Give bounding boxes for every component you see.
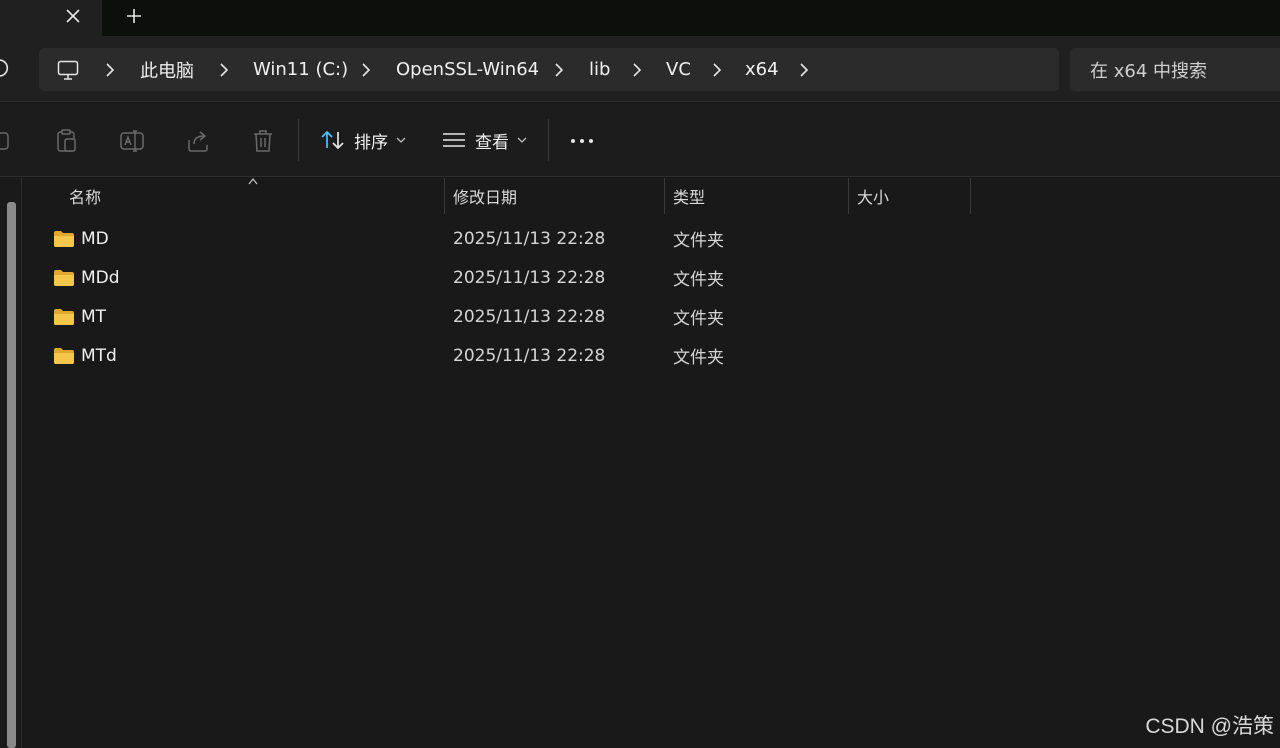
file-date: 2025/11/13 22:28 <box>453 345 606 366</box>
chevron-down-icon <box>396 137 406 143</box>
new-tab-button[interactable] <box>122 4 146 28</box>
chevron-right-icon[interactable] <box>552 62 566 78</box>
close-tab-button[interactable] <box>62 4 84 28</box>
navigation-scrollbar[interactable] <box>7 202 16 748</box>
chevron-right-icon[interactable] <box>359 62 373 78</box>
chevron-right-icon[interactable] <box>630 62 644 78</box>
column-divider[interactable] <box>970 178 971 214</box>
breadcrumb-vc[interactable]: VC <box>666 48 691 91</box>
refresh-icon[interactable] <box>0 58 10 78</box>
file-date: 2025/11/13 22:28 <box>453 267 606 288</box>
address-bar[interactable]: 此电脑 Win11 (C:) OpenSSL-Win64 lib VC x64 <box>39 48 1059 91</box>
chevron-down-icon <box>517 137 527 143</box>
tab-strip <box>0 0 1280 36</box>
column-header-type[interactable]: 类型 <box>665 178 848 214</box>
command-separator <box>298 119 299 161</box>
command-separator <box>548 119 549 161</box>
search-placeholder: 在 x64 中搜索 <box>1090 60 1207 82</box>
breadcrumb-lib[interactable]: lib <box>589 48 610 91</box>
chevron-right-icon[interactable] <box>217 62 231 78</box>
chevron-right-icon[interactable] <box>710 62 724 78</box>
sort-button[interactable]: 排序 <box>320 123 406 157</box>
file-type: 文件夹 <box>673 270 724 290</box>
column-header-date[interactable]: 修改日期 <box>445 178 664 214</box>
delete-icon[interactable] <box>250 128 276 154</box>
file-name: MDd <box>81 267 120 288</box>
file-name: MTd <box>81 345 117 366</box>
folder-icon <box>54 348 74 364</box>
file-row[interactable]: MD 2025/11/13 22:28 文件夹 <box>40 219 970 258</box>
sort-icon <box>321 130 344 150</box>
rename-icon[interactable] <box>119 128 145 154</box>
search-input[interactable]: 在 x64 中搜索 <box>1070 48 1280 91</box>
breadcrumb-drive[interactable]: Win11 (C:) <box>253 48 348 91</box>
view-label: 查看 <box>475 132 509 153</box>
view-button[interactable]: 查看 <box>442 123 527 157</box>
folder-icon <box>54 309 74 325</box>
share-icon[interactable] <box>185 128 211 154</box>
paste-icon[interactable] <box>54 128 80 154</box>
file-name: MD <box>81 228 109 249</box>
column-header-name[interactable]: 名称 <box>61 178 444 214</box>
breadcrumb-this-pc[interactable]: 此电脑 <box>140 48 194 91</box>
file-name: MT <box>81 306 107 327</box>
file-date: 2025/11/13 22:28 <box>453 306 606 327</box>
file-type: 文件夹 <box>673 309 724 329</box>
plus-icon <box>127 9 141 23</box>
computer-icon[interactable] <box>57 59 79 81</box>
copy-icon[interactable] <box>0 128 16 154</box>
watermark: CSDN @浩策 <box>1145 715 1274 738</box>
folder-icon <box>54 231 74 247</box>
file-row[interactable]: MT 2025/11/13 22:28 文件夹 <box>40 297 970 336</box>
folder-icon <box>54 270 74 286</box>
file-type: 文件夹 <box>673 348 724 368</box>
address-row: 此电脑 Win11 (C:) OpenSSL-Win64 lib VC x64 … <box>0 36 1280 102</box>
file-date: 2025/11/13 22:28 <box>453 228 606 249</box>
column-header-size[interactable]: 大小 <box>849 178 970 214</box>
breadcrumb-x64[interactable]: x64 <box>745 48 779 91</box>
list-view-icon <box>443 133 465 147</box>
breadcrumb-openssl[interactable]: OpenSSL-Win64 <box>396 48 539 91</box>
file-row[interactable]: MTd 2025/11/13 22:28 文件夹 <box>40 336 970 375</box>
chevron-right-icon[interactable] <box>103 62 117 78</box>
active-tab[interactable] <box>0 0 102 36</box>
chevron-right-icon[interactable] <box>797 62 811 78</box>
file-explorer-window: 此电脑 Win11 (C:) OpenSSL-Win64 lib VC x64 … <box>0 0 1280 748</box>
command-bar: 排序 查看 <box>0 103 1280 177</box>
file-row[interactable]: MDd 2025/11/13 22:28 文件夹 <box>40 258 970 297</box>
sort-label: 排序 <box>354 132 388 153</box>
more-options-icon[interactable] <box>569 128 595 154</box>
file-type: 文件夹 <box>673 231 724 251</box>
close-icon <box>66 9 80 23</box>
